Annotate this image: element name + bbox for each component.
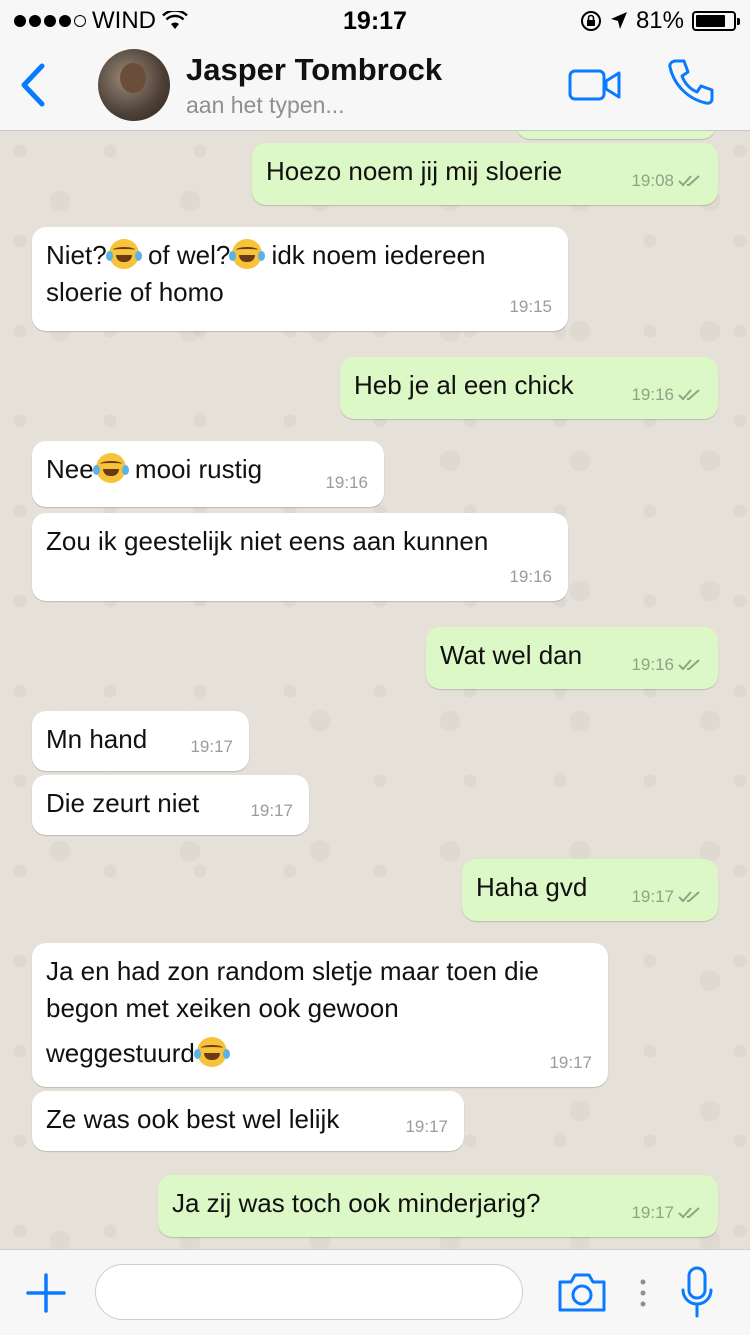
message-text: Ze was ook best wel lelijk: [46, 1104, 340, 1134]
double-check-icon: [678, 388, 700, 400]
rotation-lock-icon: [580, 11, 601, 31]
camera-icon[interactable]: [556, 1270, 608, 1314]
status-right: 81%: [580, 7, 740, 35]
message-bubble-incoming[interactable]: Ja en had zon random sletje maar toen di…: [32, 943, 608, 1087]
double-check-icon: [678, 1206, 700, 1218]
phone-icon[interactable]: [666, 57, 716, 107]
status-bar: WIND 19:17 81%: [0, 0, 750, 40]
double-check-icon: [678, 658, 700, 670]
contact-name[interactable]: Jasper Tombrock: [186, 52, 442, 88]
message-text: mooi rustig: [127, 454, 263, 484]
message-text: sloerie of homo: [46, 277, 224, 307]
contact-status: aan het typen...: [186, 92, 345, 118]
double-check-icon: [678, 890, 700, 902]
chat-header: Jasper Tombrock aan het typen...: [0, 40, 750, 131]
message-time: 19:17: [190, 737, 233, 756]
message-input[interactable]: [95, 1264, 523, 1320]
message-time: 19:08: [631, 171, 674, 190]
message-text: Mn hand: [46, 724, 148, 754]
video-camera-icon[interactable]: [568, 65, 622, 105]
face-with-tears-of-joy-icon: [229, 239, 266, 269]
message-bubble-outgoing[interactable]: Ja zij was toch ook minderjarig? 19:17: [158, 1175, 718, 1237]
message-text: Ja zij was toch ook minderjarig?: [172, 1188, 541, 1218]
chevron-left-icon[interactable]: [16, 60, 56, 110]
message-bubble-incoming[interactable]: Nee mooi rustig 19:16: [32, 441, 384, 507]
message-text: weggestuurd: [46, 1038, 195, 1068]
location-arrow-icon: [610, 12, 627, 29]
chat-area[interactable]: Hoezo noem jij mij sloerie 19:08 Niet? o…: [0, 131, 750, 1249]
message-bubble-incoming[interactable]: Zou ik geestelijk niet eens aan kunnen 1…: [32, 513, 568, 601]
message-time: 19:17: [631, 887, 674, 906]
message-time: 19:16: [325, 473, 368, 492]
message-bubble-partial: [516, 131, 716, 139]
message-bubble-outgoing[interactable]: Haha gvd 19:17: [462, 859, 718, 921]
face-with-tears-of-joy-icon: [193, 1037, 230, 1067]
message-bubble-outgoing[interactable]: Hoezo noem jij mij sloerie 19:08: [252, 143, 718, 205]
face-with-tears-of-joy-icon: [105, 239, 142, 269]
message-time: 19:17: [549, 1053, 592, 1072]
microphone-icon[interactable]: [680, 1266, 714, 1320]
message-text: idk noem iedereen: [264, 240, 486, 270]
message-input-bar: [0, 1249, 750, 1335]
message-text: Wat wel dan: [440, 640, 583, 670]
message-time: 19:17: [250, 801, 293, 820]
message-text: Heb je al een chick: [354, 370, 574, 400]
message-bubble-incoming[interactable]: Die zeurt niet 19:17: [32, 775, 309, 835]
message-time: 19:16: [631, 385, 674, 404]
message-text: Nee: [46, 454, 94, 484]
double-check-icon: [678, 174, 700, 186]
message-bubble-outgoing[interactable]: Heb je al een chick 19:16: [340, 357, 718, 419]
message-text: Niet?: [46, 240, 107, 270]
message-text: Die zeurt niet: [46, 788, 200, 818]
message-bubble-incoming[interactable]: Ze was ook best wel lelijk 19:17: [32, 1091, 464, 1151]
message-time: 19:17: [405, 1117, 448, 1136]
more-vertical-icon[interactable]: [639, 1278, 647, 1308]
message-time: 19:16: [509, 567, 552, 586]
battery-percentage: 81%: [635, 7, 684, 34]
message-bubble-incoming[interactable]: Mn hand 19:17: [32, 711, 249, 771]
message-text: Ja en had zon random sletje maar toen di…: [46, 956, 539, 986]
message-time: 19:16: [631, 655, 674, 674]
avatar[interactable]: [98, 49, 170, 121]
message-text: of wel?: [147, 240, 231, 270]
message-time: 19:17: [631, 1203, 674, 1222]
face-with-tears-of-joy-icon: [92, 453, 129, 483]
message-text: Zou ik geestelijk niet eens aan kunnen: [46, 526, 489, 556]
message-bubble-incoming[interactable]: Niet? of wel? idk noem iedereen sloerie …: [32, 227, 568, 331]
message-text: Hoezo noem jij mij sloerie: [266, 156, 563, 186]
battery-icon: [692, 11, 740, 31]
message-time: 19:15: [509, 297, 552, 316]
message-text: Haha gvd: [476, 872, 588, 902]
message-bubble-outgoing[interactable]: Wat wel dan 19:16: [426, 627, 718, 689]
message-text: begon met xeiken ook gewoon: [46, 993, 399, 1023]
plus-icon[interactable]: [26, 1273, 66, 1313]
